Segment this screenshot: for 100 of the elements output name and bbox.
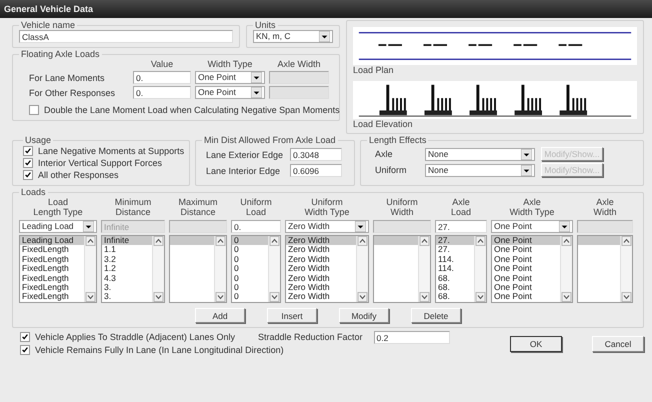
list-item[interactable]: 3. (102, 292, 152, 302)
list-action-button[interactable]: Insert (267, 308, 317, 323)
scrollbar[interactable] (152, 236, 164, 302)
scroll-up-icon[interactable] (215, 236, 226, 246)
scrollbar[interactable] (356, 236, 368, 302)
list-item[interactable]: One Point (492, 254, 560, 264)
list-box[interactable] (373, 235, 431, 303)
checkbox[interactable] (23, 146, 33, 156)
list-item[interactable]: 114. (436, 264, 474, 274)
list-item[interactable]: One Point (492, 264, 560, 274)
checkbox[interactable] (29, 105, 39, 115)
value-field[interactable]: 0. (133, 86, 191, 99)
width-type-dropdown[interactable]: One Point (195, 71, 265, 84)
list-item[interactable]: FixedLength (20, 245, 84, 255)
list-box[interactable] (169, 235, 227, 303)
list-box[interactable]: One Point One Point One Point One Point One Point One Point One Point (491, 235, 573, 303)
scroll-down-icon[interactable] (269, 292, 280, 302)
checkbox[interactable] (23, 158, 33, 168)
scroll-down-icon[interactable] (357, 292, 368, 302)
list-item[interactable]: One Point (492, 245, 560, 255)
width-type-dropdown[interactable]: One Point (195, 86, 265, 99)
scroll-up-icon[interactable] (475, 236, 486, 246)
list-box[interactable]: 27. 27. 114. 114. 68. 68. 68. (435, 235, 487, 303)
scroll-up-icon[interactable] (85, 236, 96, 246)
entry-field[interactable]: 0. (231, 220, 281, 233)
list-item[interactable]: 27. (436, 236, 474, 246)
list-item[interactable]: Zero Width (286, 292, 356, 302)
distance-field[interactable]: 0.3048 (290, 148, 342, 161)
list-item[interactable]: 0 (232, 292, 268, 302)
list-item[interactable]: FixedLength (20, 282, 84, 292)
scroll-up-icon[interactable] (621, 236, 632, 246)
list-box[interactable]: 0 0 0 0 0 0 0 (231, 235, 281, 303)
list-item[interactable]: 1.1 (102, 245, 152, 255)
list-action-button[interactable]: Modify (339, 308, 389, 323)
list-item[interactable]: Zero Width (286, 245, 356, 255)
list-item[interactable]: 68. (436, 282, 474, 292)
entry-dropdown[interactable]: One Point (491, 220, 573, 233)
list-item[interactable]: 0 (232, 264, 268, 274)
list-item[interactable]: FixedLength (20, 274, 84, 283)
list-item[interactable]: 0 (232, 274, 268, 283)
list-item[interactable]: 0 (232, 236, 268, 246)
value-field[interactable]: 0. (133, 71, 191, 84)
list-item[interactable]: Leading Load (20, 236, 84, 246)
list-item[interactable]: 3. (102, 282, 152, 292)
scroll-down-icon[interactable] (561, 292, 572, 302)
list-box[interactable]: Infinite 1.1 3.2 1.2 4.3 3. 3. (101, 235, 165, 303)
list-item[interactable]: Zero Width (286, 264, 356, 274)
scrollbar[interactable] (560, 236, 572, 302)
scroll-up-icon[interactable] (561, 236, 572, 246)
checkbox[interactable] (20, 345, 30, 355)
scrollbar[interactable] (418, 236, 430, 302)
scroll-up-icon[interactable] (269, 236, 280, 246)
list-item[interactable]: FixedLength (20, 254, 84, 264)
scrollbar[interactable] (474, 236, 486, 302)
list-item[interactable]: 68. (436, 292, 474, 302)
list-item[interactable]: 0 (232, 254, 268, 264)
list-item[interactable]: One Point (492, 282, 560, 292)
list-item[interactable]: 3.2 (102, 254, 152, 264)
axle-width-field[interactable] (269, 86, 329, 99)
list-item[interactable]: Infinite (102, 236, 152, 246)
list-item[interactable]: 0 (232, 282, 268, 292)
scrollbar[interactable] (620, 236, 632, 302)
list-item[interactable]: Zero Width (286, 236, 356, 246)
list-box[interactable] (577, 235, 633, 303)
checkbox[interactable] (23, 170, 33, 180)
list-item[interactable]: 68. (436, 274, 474, 283)
list-item[interactable]: 114. (436, 254, 474, 264)
straddle-factor-field[interactable]: 0.2 (374, 330, 450, 344)
list-item[interactable]: Zero Width (286, 282, 356, 292)
scroll-up-icon[interactable] (153, 236, 164, 246)
entry-dropdown[interactable]: Zero Width (285, 220, 369, 233)
list-box[interactable]: Zero Width Zero Width Zero Width Zero Width Zero Width Zero Width Zero Width (285, 235, 369, 303)
scrollbar[interactable] (214, 236, 226, 302)
dialog-button[interactable]: Cancel (592, 336, 644, 352)
dialog-button[interactable]: OK (510, 336, 562, 352)
entry-field[interactable]: 27. (435, 220, 487, 233)
units-dropdown[interactable]: KN, m, C (253, 30, 333, 43)
distance-field[interactable]: 0.6096 (290, 164, 342, 177)
list-item[interactable]: One Point (492, 274, 560, 283)
list-item[interactable]: Zero Width (286, 274, 356, 283)
scrollbar[interactable] (84, 236, 96, 302)
scroll-down-icon[interactable] (215, 292, 226, 302)
list-box[interactable]: Leading Load FixedLength FixedLength FixedLength FixedLength FixedLength FixedLength (19, 235, 97, 303)
entry-dropdown[interactable]: Leading Load (19, 220, 97, 233)
list-item[interactable]: 27. (436, 245, 474, 255)
checkbox[interactable] (20, 332, 30, 342)
scroll-down-icon[interactable] (153, 292, 164, 302)
scroll-down-icon[interactable] (621, 292, 632, 302)
list-item[interactable]: Zero Width (286, 254, 356, 264)
list-action-button[interactable]: Add (195, 308, 245, 323)
list-item[interactable]: One Point (492, 292, 560, 302)
list-item[interactable]: 0 (232, 245, 268, 255)
scroll-down-icon[interactable] (85, 292, 96, 302)
axle-width-field[interactable] (269, 71, 329, 84)
list-item[interactable]: FixedLength (20, 264, 84, 274)
list-item[interactable]: FixedLength (20, 292, 84, 302)
scroll-down-icon[interactable] (419, 292, 430, 302)
scrollbar[interactable] (268, 236, 280, 302)
list-item[interactable]: One Point (492, 236, 560, 246)
vehicle-name-field[interactable]: ClassA (19, 30, 233, 43)
